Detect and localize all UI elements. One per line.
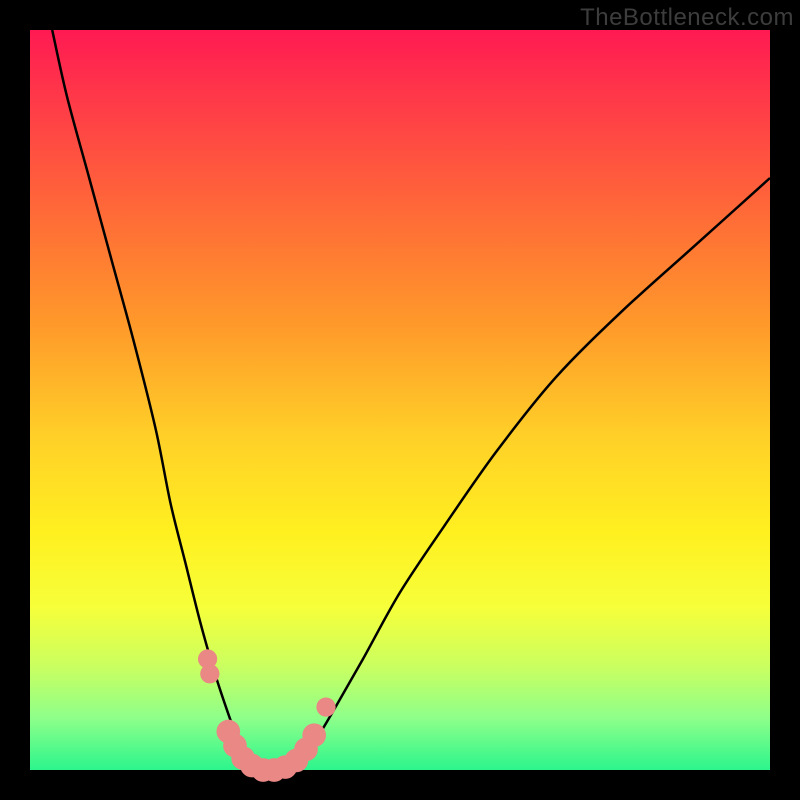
bead-markers xyxy=(198,649,336,781)
bead-marker xyxy=(200,664,219,683)
watermark-text: TheBottleneck.com xyxy=(580,4,794,32)
bead-marker xyxy=(316,697,335,716)
curves-svg xyxy=(30,30,770,770)
chart-frame: TheBottleneck.com xyxy=(0,0,800,800)
right-curve xyxy=(296,178,770,770)
chart-plot-area xyxy=(30,30,770,770)
bead-marker xyxy=(302,723,326,747)
left-curve xyxy=(52,30,252,770)
